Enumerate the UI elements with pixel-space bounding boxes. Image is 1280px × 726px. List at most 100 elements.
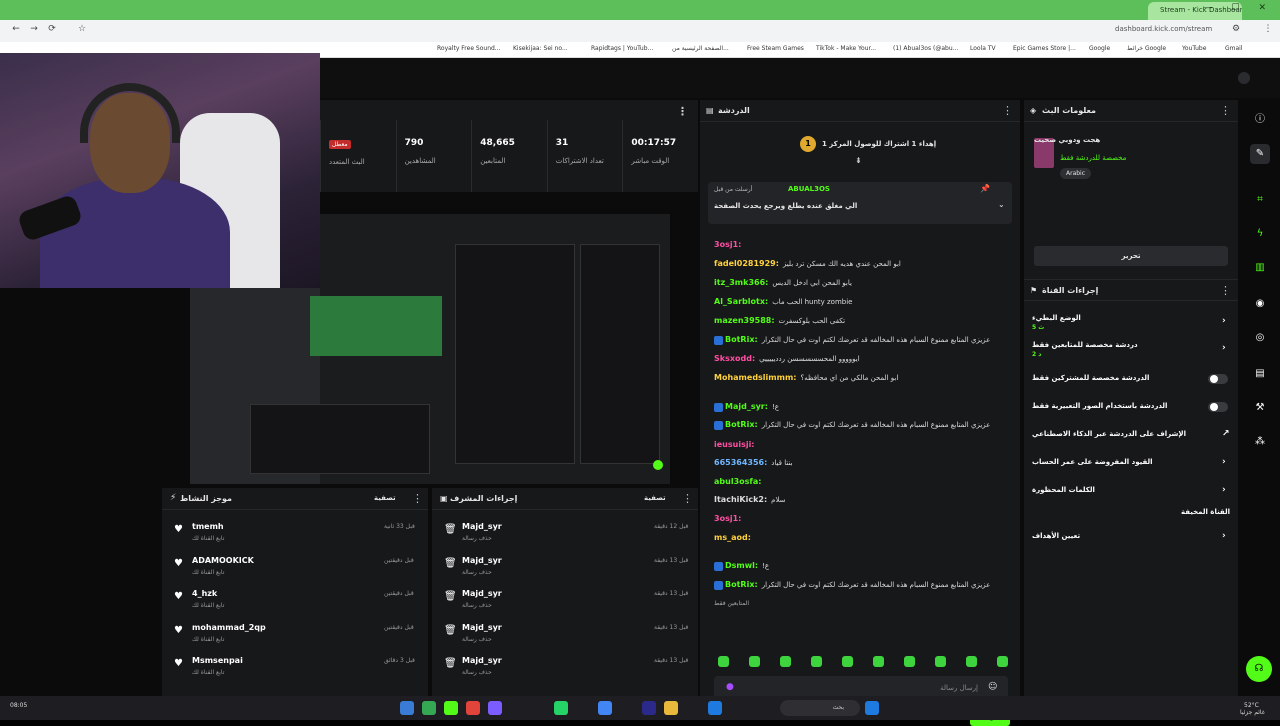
setting-slow-mode[interactable]: الوضع البطيء 5 ث › <box>1032 314 1230 331</box>
taskbar-search[interactable]: بحث <box>780 700 860 716</box>
emote-icon[interactable] <box>780 656 791 667</box>
chat-user[interactable]: ms_aod: <box>714 533 751 542</box>
mic-icon[interactable]: ● <box>726 682 734 692</box>
emote-icon[interactable] <box>935 656 946 667</box>
chevron-right-icon[interactable]: › <box>1222 343 1226 353</box>
premiere-icon[interactable] <box>642 701 656 715</box>
emote-icon[interactable] <box>997 656 1008 667</box>
setting-scary-channel[interactable]: القناة المخيفة <box>1032 508 1230 516</box>
activity-menu-icon[interactable]: ⋮ <box>412 492 423 505</box>
chevron-right-icon[interactable]: › <box>1222 531 1226 541</box>
subscribers-only-toggle[interactable] <box>1208 374 1228 384</box>
window-controls[interactable]: — ☐ ✕ <box>1204 3 1274 13</box>
emote-icon[interactable] <box>873 656 884 667</box>
bookmark-item[interactable]: TikTok - Make Your... <box>816 45 876 52</box>
chat-bubble-icon[interactable]: ◉ <box>1250 294 1270 314</box>
reload-icon[interactable]: ⟳ <box>46 24 58 36</box>
chat-user[interactable]: Dsmwl: <box>725 561 758 570</box>
stream-info-menu-icon[interactable]: ⋮ <box>1220 104 1231 117</box>
chat-user[interactable]: fadel0281929: <box>714 259 779 268</box>
chevron-right-icon[interactable]: › <box>1222 316 1226 326</box>
app-icon[interactable] <box>400 701 414 715</box>
clipboard-icon[interactable]: ▥ <box>1250 258 1270 278</box>
emote-icon[interactable] <box>749 656 760 667</box>
chrome-icon[interactable] <box>598 701 612 715</box>
chat-user[interactable]: abul3osfa: <box>714 477 761 486</box>
app-icon[interactable] <box>466 701 480 715</box>
chat-user[interactable]: itz_3mk366: <box>714 278 768 287</box>
activity-user[interactable]: Msmsenpai <box>192 656 243 665</box>
bookmark-item[interactable]: Epic Games Store |... <box>1013 45 1076 52</box>
whatsapp-icon[interactable] <box>554 701 568 715</box>
mod-filter-button[interactable]: تصفية <box>644 494 666 502</box>
bookmark-item[interactable]: Free Steam Games <box>747 45 804 52</box>
windows-start-icon[interactable] <box>865 701 879 715</box>
chat-user[interactable]: 3osj1: <box>714 514 741 523</box>
back-icon[interactable]: ← <box>10 24 22 36</box>
emote-icon[interactable] <box>718 656 729 667</box>
bookmark-item[interactable]: خرائط Google <box>1127 45 1166 52</box>
mod-user[interactable]: Majd_syr <box>462 589 502 598</box>
activity-user[interactable]: tmemh <box>192 522 224 531</box>
channel-actions-menu-icon[interactable]: ⋮ <box>1220 284 1231 297</box>
emotes-only-toggle[interactable] <box>1208 402 1228 412</box>
emote-icon[interactable] <box>811 656 822 667</box>
bookmark-item[interactable]: YouTube <box>1182 45 1206 52</box>
emote-icon[interactable] <box>904 656 915 667</box>
mod-menu-icon[interactable]: ⋮ <box>682 492 693 505</box>
activity-user[interactable]: ADAMOOKICK <box>192 556 254 565</box>
bookmark-item[interactable]: Kisekijaa: Sei no... <box>513 45 568 52</box>
lightning-icon[interactable]: ϟ <box>1250 224 1270 244</box>
bookmark-item[interactable]: Google <box>1089 45 1110 52</box>
info-circle-icon[interactable]: ⓘ <box>1250 110 1270 130</box>
emoji-icon[interactable]: ☺ <box>988 682 997 692</box>
app-icon[interactable] <box>708 701 722 715</box>
stream-category[interactable]: مخصصة للدردشة فقط <box>1060 154 1126 162</box>
setting-ai-moderation[interactable]: الإشراف على الدردشة عبر الذكاء الاصطناعي… <box>1032 429 1230 439</box>
chat-user[interactable]: ItachiKick2: <box>714 495 767 504</box>
bookmark-item[interactable]: الصفحة الرئيسية من... <box>672 45 729 52</box>
chat-user[interactable]: BotRix: <box>725 580 758 589</box>
mod-user[interactable]: Majd_syr <box>462 522 502 531</box>
wrench-icon[interactable]: ⚒ <box>1250 398 1270 418</box>
chat-user[interactable]: BotRix: <box>725 335 758 344</box>
bookmark-item[interactable]: Gmail <box>1225 45 1243 52</box>
setting-account-age[interactable]: القيود المفروضة على عمر الحساب › <box>1032 457 1230 467</box>
setting-followers-only[interactable]: دردشة مخصصة للمتابعين فقط 2 د › <box>1032 341 1230 358</box>
emote-icon[interactable] <box>842 656 853 667</box>
edit-stream-button[interactable]: تحرير <box>1034 246 1228 266</box>
folder-icon[interactable] <box>664 701 678 715</box>
chat-user[interactable]: mazen39588: <box>714 316 775 325</box>
mod-user[interactable]: Majd_syr <box>462 623 502 632</box>
chat-user[interactable]: Majd_syr: <box>725 402 768 411</box>
chat-user[interactable]: ieusuisji: <box>714 440 755 449</box>
bookmark-item[interactable]: Rapidtags | YouTub... <box>591 45 653 52</box>
stats-menu-icon[interactable]: ⋮ <box>677 105 688 118</box>
chevron-right-icon[interactable]: › <box>1222 485 1226 495</box>
mod-user[interactable]: Majd_syr <box>462 556 502 565</box>
bookmark-item[interactable]: Royalty Free Sound... <box>437 45 501 52</box>
extensions-icon[interactable]: ⚙ <box>1230 24 1242 36</box>
layout-icon[interactable]: ▤ <box>1250 364 1270 384</box>
chat-user[interactable]: 3osj1: <box>714 240 741 249</box>
chat-user[interactable]: Mohamedslimmm: <box>714 373 797 382</box>
discord-icon[interactable] <box>488 701 502 715</box>
forward-icon[interactable]: → <box>28 24 40 36</box>
broadcast-icon[interactable]: ◎ <box>1250 328 1270 348</box>
bookmark-item[interactable]: (1) Abual3os (@abu... <box>893 45 958 52</box>
user-avatar[interactable] <box>1238 72 1250 84</box>
language-tag[interactable]: Arabic <box>1060 168 1092 179</box>
kick-icon[interactable] <box>444 701 458 715</box>
chrome-icon[interactable] <box>422 701 436 715</box>
activity-filter-button[interactable]: تصفية <box>374 494 396 502</box>
chat-user[interactable]: Sksxodd: <box>714 354 755 363</box>
external-link-icon[interactable]: ↗ <box>1222 429 1230 439</box>
setting-set-goals[interactable]: تعيين الأهداف › <box>1032 531 1230 541</box>
chevron-down-icon[interactable]: ⌄ <box>998 200 1005 209</box>
clock-time[interactable]: 08:05 <box>10 702 27 709</box>
emote-icon[interactable] <box>966 656 977 667</box>
pinned-author[interactable]: ABUAL3OS <box>788 185 830 193</box>
bookmark-item[interactable]: Loola TV <box>970 45 996 52</box>
activity-user[interactable]: 4_hzk <box>192 589 217 598</box>
goal-collapse-icon[interactable]: ⇟ <box>855 156 862 165</box>
